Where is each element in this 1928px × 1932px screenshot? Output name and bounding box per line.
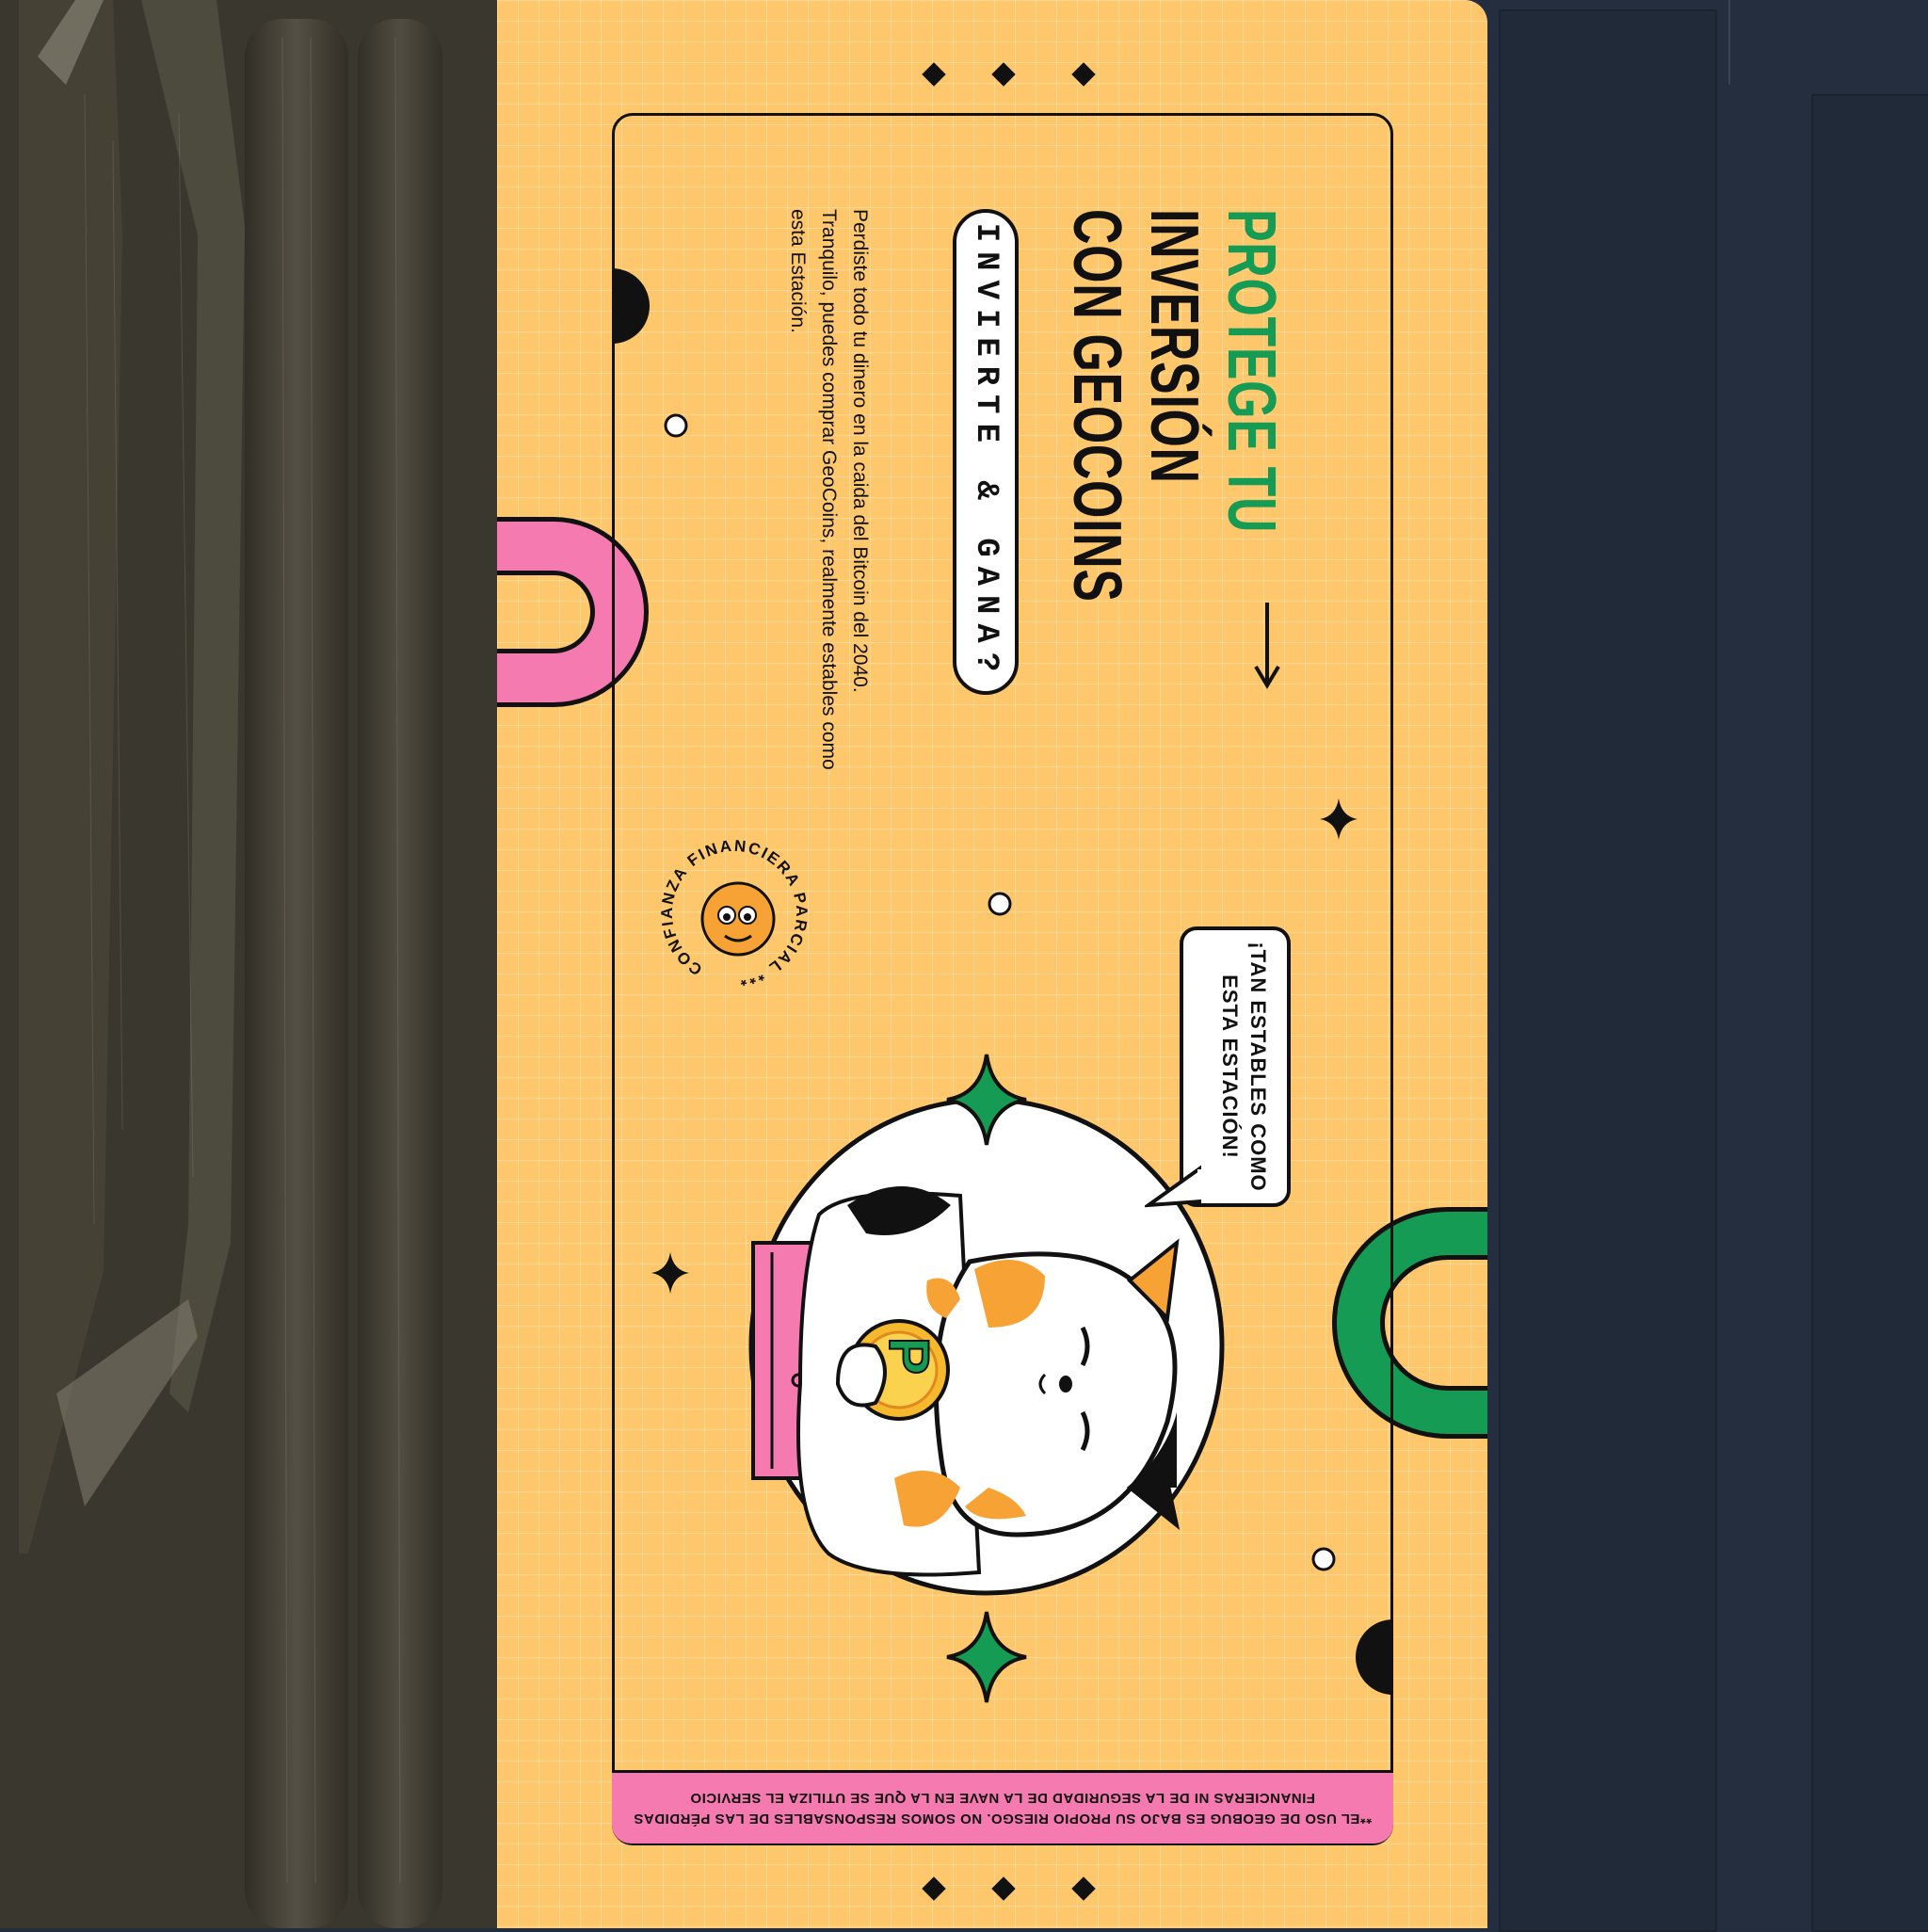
title-line-2: INVERSIÓN <box>1136 209 1212 484</box>
invest-cta-pill[interactable]: INVIERTE & GANA? <box>953 209 1019 695</box>
navy-slot-right <box>1811 94 1928 1932</box>
trust-stamp-badge: CONFIANZA FINANCIERA PARCIAL *** <box>659 838 810 989</box>
title-line-green: PROTEGE TU <box>1213 209 1289 534</box>
banner-body-text: Perdiste todo tu dinero en la caida del … <box>787 209 871 770</box>
title-line-3: CON GEOCOINS <box>1059 209 1134 603</box>
disclaimer-text: **EL USO DE GEOBUG ES BAJO SU PROPIO RIE… <box>612 1773 1393 1841</box>
speech-bubble-tail <box>1145 1165 1201 1208</box>
coin-letter: P <box>876 1336 941 1376</box>
banner-title: PROTEGE TU INVERSIÓN CON GEOCOINS <box>1058 209 1290 603</box>
speech-bubble-line2: ESTA ESTACIÓN! <box>1218 974 1242 1159</box>
speech-bubble-line1: ¡TAN ESTABLES COMO <box>1246 942 1270 1192</box>
disclaimer-line1: **EL USO DE GEOBUG ES BAJO SU PROPIO RIE… <box>633 1811 1373 1827</box>
navy-divider <box>1728 0 1730 85</box>
arrow-down-icon <box>1254 603 1280 689</box>
disclaimer-footer: **EL USO DE GEOBUG ES BAJO SU PROPIO RIE… <box>612 1770 1393 1843</box>
metal-rails-illustration <box>19 0 442 1928</box>
navy-slot-left <box>1499 9 1717 1932</box>
left-dark-panel <box>0 0 497 1928</box>
disclaimer-line2: FINANCIERAS NI DE LA SEGURIDAD DE LA NAV… <box>690 1790 1315 1806</box>
right-navy-panel <box>1487 0 1928 1932</box>
